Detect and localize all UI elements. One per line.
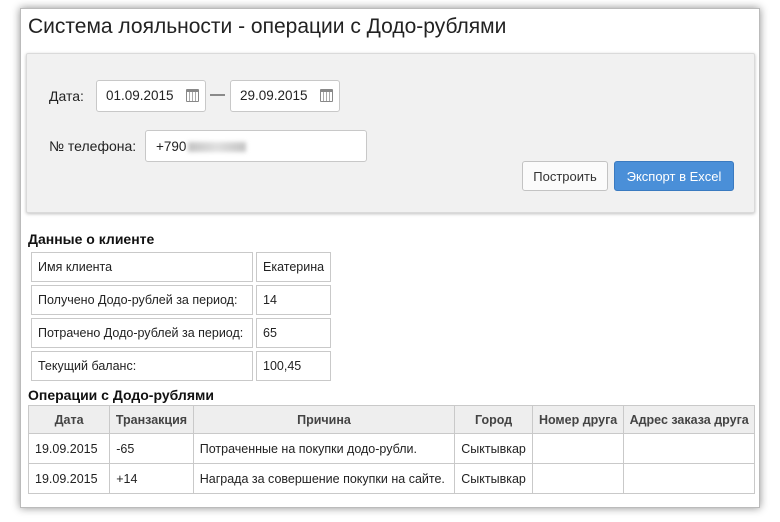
filter-panel: Дата: 01.09.2015 — 29.09.2015 № телефона… — [26, 53, 755, 213]
client-field-label: Потрачено Додо-рублей за период: — [31, 318, 253, 348]
table-cell: Потраченные на покупки додо-рубли. — [192, 433, 456, 464]
column-header[interactable]: Адрес заказа друга — [623, 405, 755, 434]
page-title: Система лояльности - операции с Додо-руб… — [28, 15, 507, 38]
client-row: Имя клиента Екатерина — [31, 252, 332, 282]
table-row: 19.09.2015 -65 Потраченные на покупки додо… — [27, 433, 755, 464]
calendar-icon[interactable] — [320, 89, 333, 102]
date-to-input[interactable]: 29.09.2015 — [230, 80, 340, 112]
app-window: Система лояльности - операции с Додо-руб… — [20, 8, 760, 508]
build-button[interactable]: Построить — [522, 161, 608, 191]
client-row: Потрачено Додо-рублей за период: 65 — [31, 318, 332, 348]
operations-table: Дата Транзакция Причина Город Номер друга Адр… — [27, 405, 755, 494]
client-section-title: Данные о клиенте — [28, 231, 155, 247]
column-header[interactable]: Дата — [27, 405, 111, 434]
table-cell: Сыктывкар — [454, 433, 533, 464]
blurred-digits — [188, 142, 247, 153]
date-separator: — — [210, 86, 225, 103]
phone-label: № телефона: — [49, 138, 137, 154]
table-cell: 19.09.2015 — [27, 463, 111, 494]
phone-value: +790 — [156, 139, 187, 154]
client-field-label: Текущий баланс: — [31, 351, 253, 381]
operations-section-title: Операции с Додо-рублями — [28, 387, 214, 403]
table-cell: -65 — [109, 433, 194, 464]
date-label: Дата: — [49, 88, 84, 104]
table-row: 19.09.2015 +14 Награда за совершение покуп… — [27, 463, 755, 494]
client-row: Текущий баланс: 100,45 — [31, 351, 332, 381]
date-to-value: 29.09.2015 — [240, 88, 308, 103]
table-cell: 19.09.2015 — [27, 433, 111, 464]
table-cell: +14 — [109, 463, 194, 494]
date-from-value: 01.09.2015 — [106, 88, 174, 103]
column-header[interactable]: Причина — [192, 405, 456, 434]
client-field-value: Екатерина — [256, 252, 332, 282]
table-cell: Награда за совершение покупки на сайте. — [192, 463, 456, 494]
client-row: Получено Додо-рублей за период: 14 — [31, 285, 332, 315]
client-field-label: Получено Додо-рублей за период: — [31, 285, 253, 315]
phone-input[interactable]: +790 — [145, 130, 367, 162]
client-field-value: 65 — [256, 318, 332, 348]
client-table: Имя клиента Екатерина Получено Додо-рублей… — [28, 249, 334, 384]
client-field-label: Имя клиента — [31, 252, 253, 282]
calendar-icon[interactable] — [186, 89, 199, 102]
table-cell — [623, 463, 755, 494]
table-cell — [531, 433, 625, 464]
column-header[interactable]: Город — [454, 405, 533, 434]
table-cell — [623, 433, 755, 464]
client-field-value: 14 — [256, 285, 332, 315]
column-header[interactable]: Транзакция — [109, 405, 194, 434]
column-header[interactable]: Номер друга — [531, 405, 625, 434]
table-cell: Сыктывкар — [454, 463, 533, 494]
client-field-value: 100,45 — [256, 351, 332, 381]
date-from-input[interactable]: 01.09.2015 — [96, 80, 206, 112]
export-excel-button[interactable]: Экспорт в Excel — [614, 161, 734, 191]
table-cell — [531, 463, 625, 494]
